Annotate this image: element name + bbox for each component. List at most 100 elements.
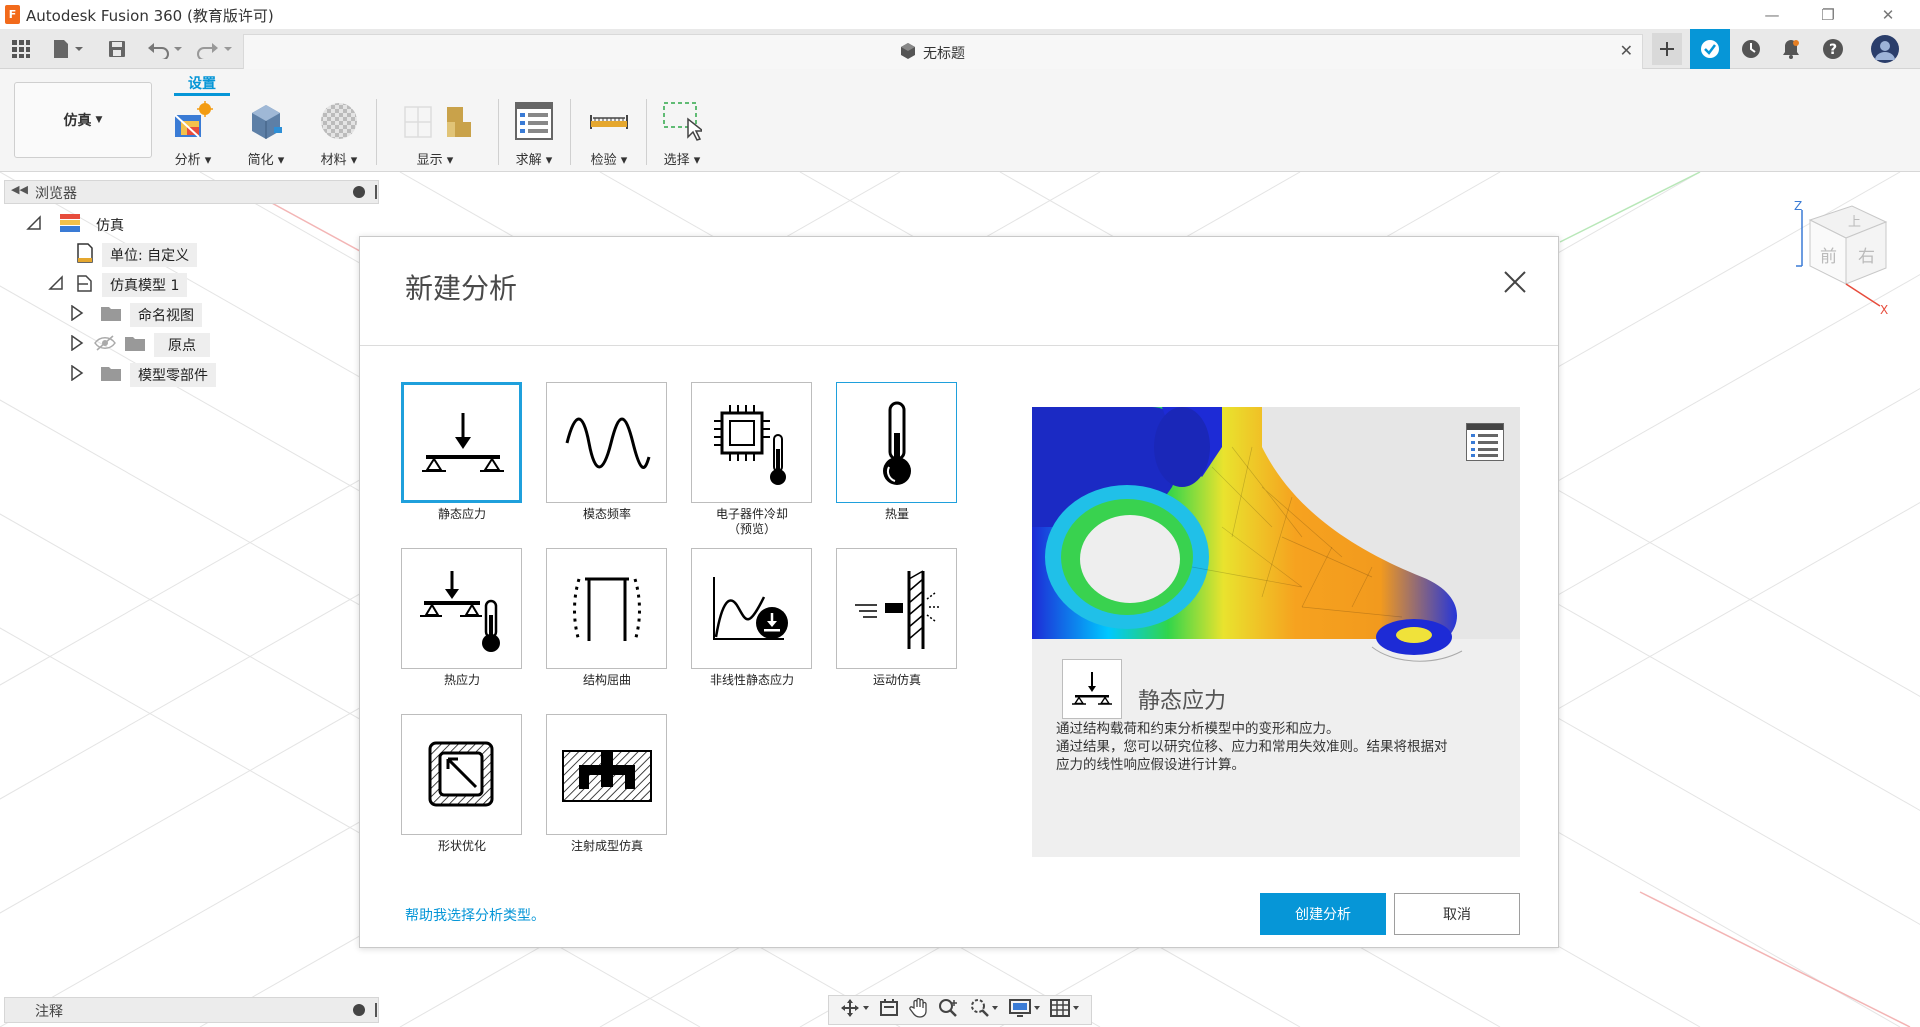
minimize-button[interactable]: —	[1752, 3, 1792, 27]
folder-icon	[124, 334, 146, 356]
job-status-icon[interactable]	[1690, 29, 1730, 69]
viewcube-top-face: 上	[1848, 215, 1861, 230]
analysis-tile-nonlinear-static-stress[interactable]	[691, 548, 812, 669]
tab-setup[interactable]: 设置	[174, 73, 230, 93]
analysis-tile-thermal[interactable]	[836, 382, 957, 503]
maximize-button[interactable]: ❐	[1808, 3, 1848, 27]
app-logo: F	[5, 5, 20, 24]
preview-description-line: 应力的线性响应假设进行计算。	[1056, 757, 1245, 773]
tool-label: 简化 ▾	[247, 153, 285, 168]
pan-hand-icon[interactable]	[908, 997, 929, 1022]
analysis-tile-injection-molding[interactable]	[546, 714, 667, 835]
tile-label: 注射成型仿真	[570, 839, 643, 853]
axis-x-label: X	[1880, 303, 1888, 316]
tree-item-named-views[interactable]: 命名视图	[70, 303, 202, 327]
structural-buckling-icon	[573, 577, 641, 642]
analysis-tile-shape-optimization[interactable]	[401, 714, 522, 835]
tool-select[interactable]: 选择 ▾	[651, 101, 713, 168]
visibility-eye-hidden-icon[interactable]	[94, 335, 116, 355]
tool-solve[interactable]: 求解 ▾	[503, 101, 565, 168]
notes-title: 注释	[35, 1004, 63, 1020]
analysis-tile-static-stress[interactable]	[401, 382, 522, 503]
tool-label: 材料 ▾	[320, 153, 358, 168]
help-choose-analysis-link[interactable]: 帮助我选择分析类型。	[405, 905, 545, 925]
preview-list-icon[interactable]	[1466, 423, 1504, 461]
dialog-close-icon[interactable]	[1502, 269, 1528, 295]
analysis-tile-modal-frequency[interactable]	[546, 382, 667, 503]
simulation-root-icon	[60, 214, 80, 236]
solve-icon	[515, 102, 553, 140]
tool-inspect[interactable]: 检验 ▾	[578, 101, 640, 168]
expanded-triangle-icon[interactable]	[48, 275, 64, 295]
look-at-icon[interactable]	[879, 998, 899, 1022]
data-panel-grid-icon[interactable]	[10, 38, 32, 60]
close-window-button[interactable]: ✕	[1868, 3, 1908, 27]
tile-label: 运动仿真	[872, 673, 921, 687]
select-icon	[663, 102, 702, 141]
history-clock-icon[interactable]	[1738, 38, 1764, 60]
file-menu-icon[interactable]	[50, 38, 86, 60]
user-avatar[interactable]	[1870, 33, 1900, 65]
browser-minus-icon[interactable]	[353, 186, 365, 198]
tool-label: 检验 ▾	[590, 153, 628, 168]
tree-item-model-components[interactable]: 模型零部件	[70, 363, 216, 387]
tree-item-simulation[interactable]: 仿真	[26, 213, 132, 237]
notes-panel-header[interactable]: 注释	[4, 997, 379, 1023]
orbit-icon[interactable]	[840, 998, 870, 1022]
zoom-icon[interactable]	[938, 998, 960, 1022]
collapsed-triangle-icon[interactable]	[70, 334, 84, 355]
notes-minus-icon[interactable]	[353, 1004, 365, 1016]
tool-analysis[interactable]: 分析 ▾	[162, 101, 224, 168]
notifications-bell-icon[interactable]	[1778, 38, 1804, 60]
tool-label: 分析 ▾	[174, 153, 212, 168]
tool-display[interactable]: 显示 ▾	[400, 101, 471, 168]
help-icon[interactable]: ?	[1820, 38, 1846, 60]
folder-icon	[100, 304, 122, 326]
fit-zoom-icon[interactable]	[969, 998, 999, 1022]
new-tab-plus-icon[interactable]	[1652, 33, 1682, 65]
tree-item-units[interactable]: 单位: 自定义	[76, 243, 198, 267]
display-settings-icon[interactable]	[1008, 998, 1041, 1022]
tree-item-label: 单位: 自定义	[102, 243, 198, 267]
collapsed-triangle-icon[interactable]	[70, 364, 84, 385]
tile-label: 非线性静态应力	[709, 673, 794, 687]
tool-label: 求解 ▾	[515, 153, 553, 168]
document-tab[interactable]: 无标题 ✕	[243, 34, 1643, 69]
tree-item-origin[interactable]: 原点	[70, 333, 210, 357]
toolbar-separator	[646, 99, 647, 165]
close-tab-button[interactable]: ✕	[1620, 41, 1633, 60]
tile-label: 结构屈曲	[582, 673, 631, 687]
browser-title: 浏览器	[35, 186, 77, 202]
analysis-tile-event-simulation[interactable]	[836, 548, 957, 669]
modal-frequency-icon	[565, 417, 651, 469]
tool-simplify[interactable]: 简化 ▾	[235, 101, 297, 168]
toolbar-separator	[498, 99, 499, 165]
redo-icon[interactable]	[196, 38, 236, 60]
undo-icon[interactable]	[146, 38, 186, 60]
collapse-panel-icon[interactable]: ◀◀	[11, 183, 28, 196]
save-icon[interactable]	[106, 38, 128, 60]
tile-label: 形状优化	[437, 839, 486, 853]
electronics-cooling-icon	[714, 405, 786, 485]
analysis-tile-thermal-stress[interactable]	[401, 548, 522, 669]
ribbon-toolbar: 仿真 ▼ 设置 分析 ▾ 简化 ▾ 材料 ▾ 显示 ▾ 求解 ▾ 检验 ▾ 选择…	[0, 69, 1920, 172]
create-analysis-button[interactable]: 创建分析	[1260, 893, 1386, 935]
collapsed-triangle-icon[interactable]	[70, 304, 84, 325]
dialog-title: 新建分析	[405, 272, 518, 305]
axis-z-label: Z	[1794, 199, 1802, 213]
workspace-switcher[interactable]: 仿真 ▼	[14, 82, 152, 158]
analysis-tile-electronics-cooling[interactable]	[691, 382, 812, 503]
navigation-toolbar	[828, 995, 1092, 1025]
browser-panel-header[interactable]: ◀◀ 浏览器	[4, 180, 379, 204]
fusion-app-window: F Autodesk Fusion 360 (教育版许可) — ❐ ✕ 无标题	[0, 0, 1920, 1027]
analysis-tile-structural-buckling[interactable]	[546, 548, 667, 669]
cancel-button[interactable]: 取消	[1394, 893, 1520, 935]
preview-static-stress-icon	[1062, 659, 1122, 719]
grid-snaps-icon[interactable]	[1050, 998, 1080, 1022]
panel-pin-divider	[375, 1003, 377, 1017]
expanded-triangle-icon[interactable]	[26, 215, 42, 235]
tree-item-sim-model[interactable]: 仿真模型 1	[48, 273, 188, 297]
view-cube[interactable]: 上 前 右 Z X	[1788, 196, 1898, 317]
quick-access-bar: 无标题 ✕ ?	[0, 29, 1920, 69]
tool-material[interactable]: 材料 ▾	[308, 101, 370, 168]
